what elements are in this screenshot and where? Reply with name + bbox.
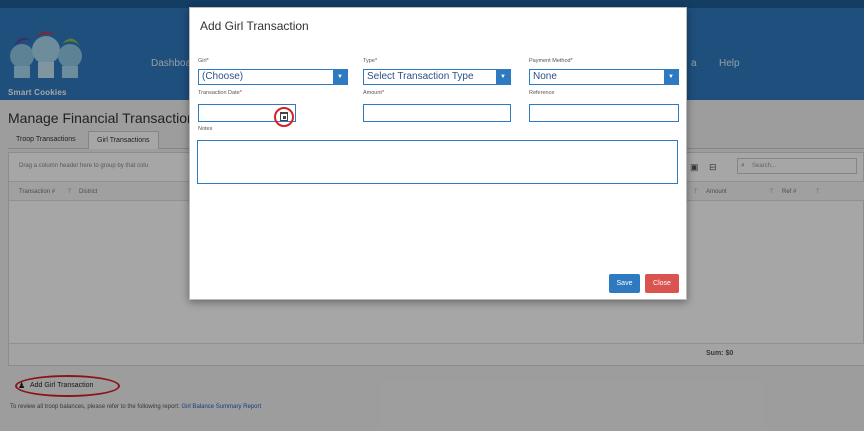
payment-label-text: Payment Method <box>529 58 571 64</box>
notes-textarea[interactable] <box>197 140 678 184</box>
payment-method-label: Payment Method* <box>529 58 573 64</box>
add-girl-transaction-dialog: Add Girl Transaction Girl* (Choose) ▼ Ty… <box>189 7 687 300</box>
type-label-text: Type <box>363 58 375 64</box>
date-label-text: Transaction Date <box>198 90 240 96</box>
calendar-icon[interactable] <box>280 112 288 121</box>
amount-input[interactable] <box>363 104 511 122</box>
type-label: Type* <box>363 58 378 64</box>
notes-label: Notes <box>198 126 213 132</box>
save-button[interactable]: Save <box>609 274 640 293</box>
girl-select-value: (Choose) <box>202 71 244 82</box>
amount-label: Amount* <box>363 90 385 96</box>
reference-label: Reference <box>529 90 555 96</box>
amount-label-text: Amount <box>363 90 382 96</box>
type-select-value: Select Transaction Type <box>367 71 474 82</box>
chevron-down-icon: ▼ <box>664 70 678 84</box>
payment-select-value: None <box>533 71 557 82</box>
chevron-down-icon: ▼ <box>333 70 347 84</box>
transaction-date-label: Transaction Date* <box>198 90 242 96</box>
girl-label-text: Girl <box>198 58 207 64</box>
reference-input[interactable] <box>529 104 679 122</box>
type-select[interactable]: Select Transaction Type ▼ <box>363 69 511 85</box>
chevron-down-icon: ▼ <box>496 70 510 84</box>
girl-select[interactable]: (Choose) ▼ <box>198 69 348 85</box>
dialog-title: Add Girl Transaction <box>200 19 309 33</box>
close-button[interactable]: Close <box>645 274 679 293</box>
girl-label: Girl* <box>198 58 209 64</box>
payment-method-select[interactable]: None ▼ <box>529 69 679 85</box>
